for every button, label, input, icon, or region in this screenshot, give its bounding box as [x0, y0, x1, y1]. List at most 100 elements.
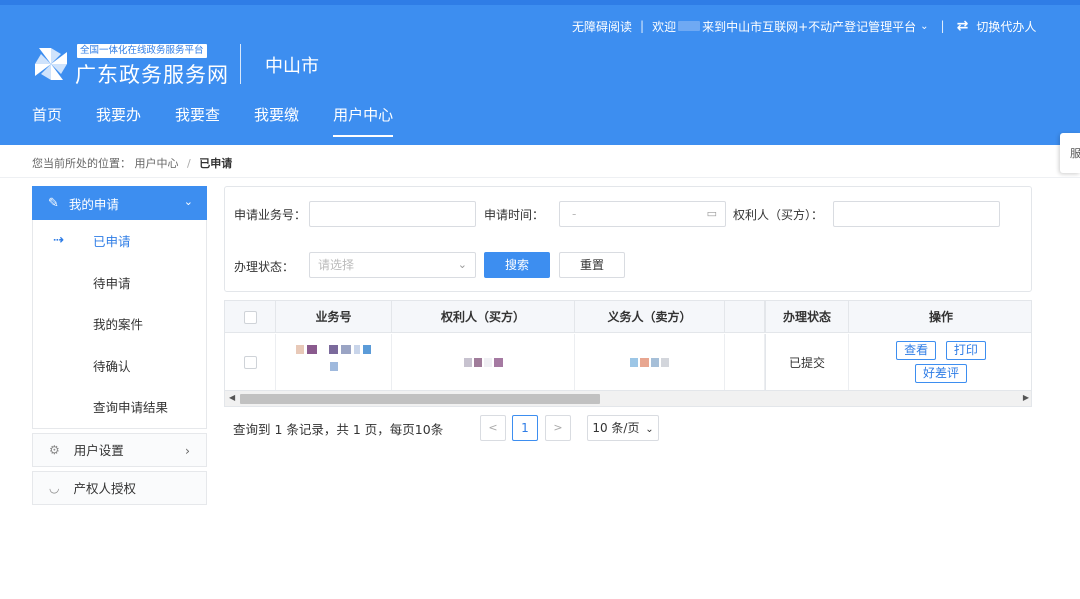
- breadcrumb-prefix: 您当前所处的位置：: [32, 157, 131, 170]
- sidebar-item-label: 待申请: [93, 273, 131, 292]
- header-hidden-column: [725, 301, 765, 333]
- chevron-right-icon: ›: [185, 443, 190, 458]
- calendar-icon: ▭: [707, 202, 717, 226]
- actions-cell: 查看 打印 好差评: [849, 334, 1032, 390]
- view-button[interactable]: 查看: [896, 341, 936, 360]
- accessibility-link[interactable]: 无障碍阅读: [572, 18, 632, 35]
- switch-agent-button[interactable]: ⇄ 切换代办人: [957, 18, 1037, 35]
- scroll-thumb[interactable]: [240, 394, 600, 404]
- floating-service-tab[interactable]: 服: [1060, 133, 1080, 173]
- business-no-cell: [276, 334, 392, 390]
- prev-page-button[interactable]: <: [480, 415, 506, 441]
- obligee-cell: [392, 334, 575, 390]
- row-checkbox[interactable]: [244, 356, 257, 369]
- header-status: 办理状态: [765, 301, 849, 333]
- breadcrumb: 您当前所处的位置： 用户中心 / 已申请: [32, 155, 232, 171]
- reset-button[interactable]: 重置: [559, 252, 625, 278]
- obligee-label: 权利人（买方）：: [733, 206, 823, 223]
- row-select-cell: [225, 334, 276, 390]
- sidebar-item-query-results[interactable]: 查询申请结果: [33, 386, 206, 428]
- arrow-right-icon: ⇢: [53, 233, 64, 248]
- logo-pinwheel-icon: [31, 44, 71, 84]
- sidebar: ✎ 我的申请 ⌄ ⇢ 已申请 待申请 我的案件 待确认 查询申请结果 ⚙ 用户设…: [32, 186, 207, 505]
- status-label: 办理状态：: [234, 258, 294, 275]
- nav-query[interactable]: 我要查: [175, 104, 220, 131]
- sidebar-item-label: 我的案件: [93, 314, 143, 333]
- next-page-button[interactable]: >: [545, 415, 571, 441]
- page-1-button[interactable]: 1: [512, 415, 538, 441]
- status-select-placeholder: 请选择: [318, 258, 354, 272]
- table-horizontal-scrollbar[interactable]: ◀ ▶: [225, 390, 1032, 407]
- apply-time-range-input[interactable]: - ▭: [559, 201, 726, 227]
- header-obligee: 权利人（买方）: [392, 301, 575, 333]
- business-no-label: 申请业务号：: [234, 206, 306, 223]
- status-select[interactable]: 请选择 ⌄: [309, 252, 476, 278]
- date-range-separator: -: [572, 207, 576, 221]
- print-button[interactable]: 打印: [946, 341, 986, 360]
- redacted-obligee: [464, 358, 503, 367]
- filter-panel: 申请业务号： 申请时间： - ▭ 权利人（买方）： 办理状态： 请选择 ⌄ 搜索…: [224, 186, 1032, 292]
- page-size-select[interactable]: 10 条/页 ⌄: [587, 415, 659, 441]
- nav-handle[interactable]: 我要办: [96, 104, 141, 131]
- sidebar-item-to-confirm[interactable]: 待确认: [33, 345, 206, 387]
- sidebar-group-label: 用户设置: [74, 440, 124, 459]
- topbar-divider: |: [640, 19, 644, 33]
- header-business-no: 业务号: [276, 301, 392, 333]
- sidebar-item-label: 待确认: [93, 356, 131, 375]
- sidebar-my-applications[interactable]: ✎ 我的申请 ⌄: [32, 186, 207, 220]
- business-no-input[interactable]: [309, 201, 476, 227]
- sidebar-submenu: ⇢ 已申请 待申请 我的案件 待确认 查询申请结果: [32, 220, 207, 429]
- actions-row: 查看 打印: [893, 341, 989, 360]
- welcome-menu[interactable]: 欢迎 来到中山市互联网+不动产登记管理平台 ⌄: [652, 18, 928, 35]
- brand-subtitle: 全国一体化在线政务服务平台: [77, 44, 207, 58]
- chevron-down-icon: ⌄: [645, 424, 653, 435]
- nav-home[interactable]: 首页: [32, 104, 62, 131]
- breadcrumb-parent[interactable]: 用户中心: [135, 157, 179, 170]
- redacted-business-no: [296, 345, 371, 354]
- select-all-checkbox[interactable]: [244, 311, 257, 324]
- apply-time-label: 申请时间：: [484, 206, 544, 223]
- brand-title[interactable]: 广东政务服务网: [75, 59, 229, 89]
- brand-divider: [240, 44, 241, 84]
- chevron-down-icon: ⌄: [458, 253, 467, 277]
- pagination-summary: 查询到 1 条记录，共 1 页，每页10条: [233, 419, 443, 438]
- sidebar-item-applied[interactable]: ⇢ 已申请: [33, 220, 206, 262]
- breadcrumb-current: 已申请: [199, 157, 232, 170]
- scroll-right-icon[interactable]: ▶: [1023, 393, 1029, 402]
- sidebar-group-label: 产权人授权: [73, 478, 136, 497]
- scroll-left-icon[interactable]: ◀: [229, 393, 235, 402]
- switch-arrows-icon: ⇄: [957, 18, 969, 34]
- switch-agent-label: 切换代办人: [976, 18, 1036, 35]
- obligee-input[interactable]: [833, 201, 1000, 227]
- main-nav: 首页 我要办 我要查 我要缴 用户中心: [32, 104, 427, 131]
- chevron-down-icon: ⌄: [184, 195, 193, 208]
- applications-table: 业务号 权利人（买方） 义务人（卖方） 办理状态 操作: [224, 300, 1032, 407]
- sidebar-item-my-cases[interactable]: 我的案件: [33, 303, 206, 345]
- site-header: 无障碍阅读 | 欢迎 来到中山市互联网+不动产登记管理平台 ⌄ | ⇄ 切换代办…: [0, 0, 1080, 145]
- redacted-business-no-line2: [330, 362, 338, 371]
- hidden-cell: [725, 334, 765, 390]
- header-strip: [0, 0, 1080, 5]
- rate-button[interactable]: 好差评: [915, 364, 967, 383]
- sidebar-user-settings[interactable]: ⚙ 用户设置 ›: [32, 433, 207, 467]
- nav-user-center[interactable]: 用户中心: [333, 104, 393, 131]
- sidebar-item-label: 查询申请结果: [93, 397, 168, 416]
- table-header: 业务号 权利人（买方） 义务人（卖方） 办理状态 操作: [225, 301, 1032, 333]
- breadcrumb-separator: /: [187, 157, 191, 170]
- header-select-cell: [225, 301, 276, 333]
- gear-icon: ⚙: [49, 443, 60, 457]
- shield-icon: ◡: [49, 481, 59, 495]
- sidebar-owner-auth[interactable]: ◡ 产权人授权: [32, 471, 207, 505]
- redacted-username: [678, 21, 700, 31]
- top-bar: 无障碍阅读 | 欢迎 来到中山市互联网+不动产登记管理平台 ⌄ | ⇄ 切换代办…: [572, 17, 1036, 35]
- sidebar-head-label: 我的申请: [69, 194, 119, 213]
- city-name[interactable]: 中山市: [265, 52, 319, 78]
- page-size-value: 10 条/页: [592, 421, 639, 435]
- sidebar-item-pending[interactable]: 待申请: [33, 262, 206, 304]
- chevron-down-icon: ⌄: [920, 21, 928, 32]
- breadcrumb-divider: [0, 177, 1080, 178]
- header-actions: 操作: [849, 301, 1032, 333]
- topbar-divider: |: [941, 19, 945, 33]
- nav-pay[interactable]: 我要缴: [254, 104, 299, 131]
- search-button[interactable]: 搜索: [484, 252, 550, 278]
